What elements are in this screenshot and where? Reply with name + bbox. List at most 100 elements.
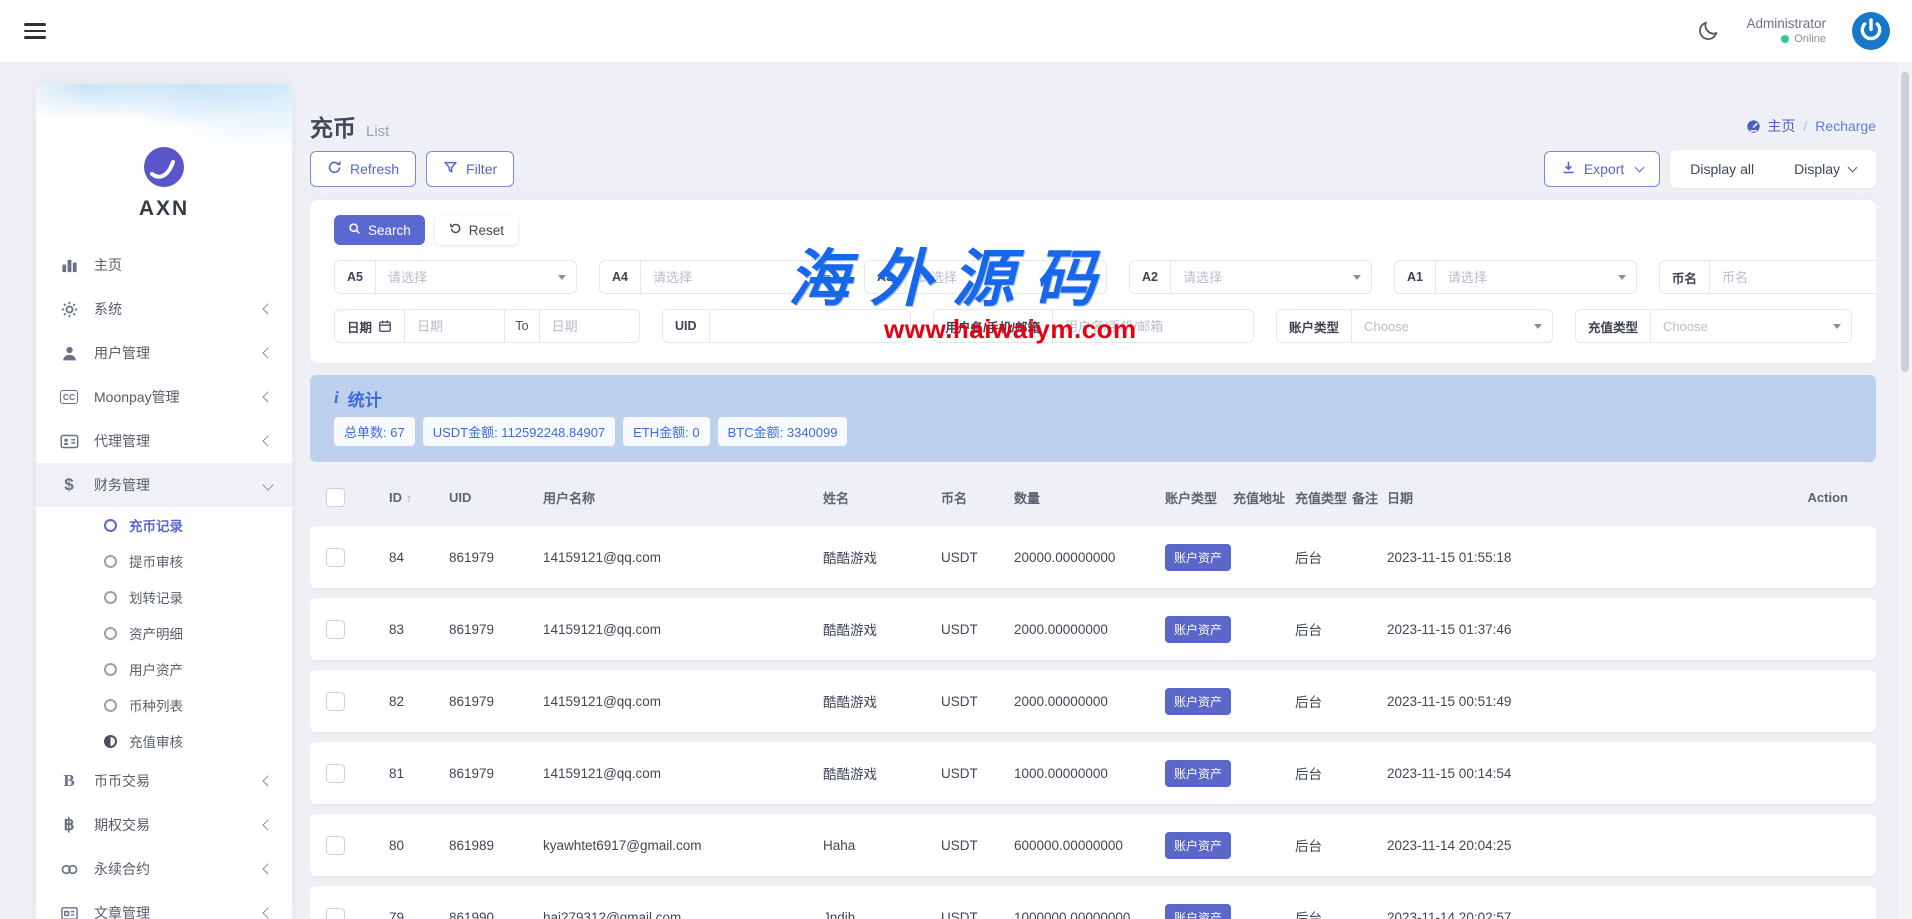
dashboard-gauge-icon — [1746, 119, 1761, 134]
sidebar-subitem-10[interactable]: 用户资产 — [36, 651, 292, 687]
cell-date: 2023-11-15 00:51:49 — [1387, 694, 1587, 709]
cell-coin: USDT — [941, 622, 1014, 637]
cell-id: 81 — [389, 766, 449, 781]
search-panel: Search Reset A5A4A3A2A1币名 日期 To UID用户名/手… — [310, 200, 1876, 363]
select-all-checkbox[interactable] — [326, 488, 345, 507]
info-icon: i — [334, 388, 339, 408]
sidebar-subitem-6[interactable]: 充币记录 — [36, 507, 292, 543]
sidebar-item-13[interactable]: B币币交易 — [36, 759, 292, 803]
row-checkbox[interactable] — [326, 620, 345, 639]
sidebar-item-0[interactable]: 主页 — [36, 243, 292, 287]
sidebar-subitem-7[interactable]: 提币审核 — [36, 543, 292, 579]
filter-funnel-icon — [443, 160, 458, 178]
table-row: 79861990hai279312@gmail.comJndjhUSDT1000… — [310, 886, 1876, 919]
column-header-id[interactable]: ID↑ — [389, 490, 449, 505]
cell-id: 79 — [389, 910, 449, 919]
cell-recharge_type: 后台 — [1295, 835, 1352, 855]
export-button[interactable]: Export — [1544, 151, 1660, 187]
brand-name: AXN — [36, 197, 292, 221]
cell-recharge_type: 后台 — [1295, 619, 1352, 639]
sidebar-subitem-8[interactable]: 划转记录 — [36, 579, 292, 615]
row-checkbox[interactable] — [326, 692, 345, 711]
sidebar-item-4[interactable]: 代理管理 — [36, 419, 292, 463]
search-button[interactable]: Search — [334, 215, 425, 245]
sidebar-item-2[interactable]: 用户管理 — [36, 331, 292, 375]
radio-circle-icon — [104, 699, 117, 712]
column-header-coin: 币名 — [941, 488, 1014, 507]
sidebar-item-3[interactable]: CCMoonpay管理 — [36, 375, 292, 419]
breadcrumb-current[interactable]: Recharge — [1815, 118, 1876, 134]
sidebar-item-5[interactable]: $财务管理 — [36, 463, 292, 507]
sidebar-item-1[interactable]: 系统 — [36, 287, 292, 331]
user-block[interactable]: Administrator Online — [1746, 16, 1826, 47]
account-type-badge: 账户资产 — [1165, 688, 1231, 715]
cell-amount: 2000.00000000 — [1014, 694, 1165, 709]
row-checkbox[interactable] — [326, 548, 345, 567]
chevron-left-icon — [262, 347, 273, 358]
select-账户类型[interactable] — [1351, 309, 1553, 343]
dark-mode-moon-icon[interactable] — [1696, 19, 1720, 43]
scrollbar-thumb[interactable] — [1901, 72, 1909, 372]
chevron-left-icon — [262, 391, 273, 402]
stat-badge-1: USDT金额: 112592248.84907 — [423, 417, 615, 446]
sort-asc-icon[interactable]: ↑ — [406, 491, 412, 505]
main-content: 充币List 主页 / Recharge Refresh — [310, 62, 1876, 919]
column-header-uid: UID — [449, 490, 543, 505]
sidebar-subitem-11[interactable]: 币种列表 — [36, 687, 292, 723]
input-币名[interactable] — [1709, 260, 1876, 294]
sidebar-subitem-9[interactable]: 资产明细 — [36, 615, 292, 651]
select-A3[interactable] — [905, 260, 1107, 294]
cell-username: 14159121@qq.com — [543, 550, 823, 565]
cell-id: 83 — [389, 622, 449, 637]
select-A2[interactable] — [1170, 260, 1372, 294]
display-button[interactable]: Display — [1774, 150, 1876, 188]
cell-date: 2023-11-14 20:04:25 — [1387, 838, 1587, 853]
page-subtitle: List — [366, 123, 389, 140]
sidebar-item-14[interactable]: ฿期权交易 — [36, 803, 292, 847]
date-to-input[interactable] — [540, 309, 640, 343]
select-A4[interactable] — [640, 260, 842, 294]
cell-uid: 861989 — [449, 838, 543, 853]
breadcrumb-home-link[interactable]: 主页 — [1746, 116, 1795, 136]
select-充值类型[interactable] — [1650, 309, 1852, 343]
date-from-input[interactable] — [404, 309, 504, 343]
cell-date: 2023-11-15 01:37:46 — [1387, 622, 1587, 637]
sidebar-subitem-12[interactable]: 充值审核 — [36, 723, 292, 759]
cell-date: 2023-11-15 01:55:18 — [1387, 550, 1587, 565]
cell-uid: 861990 — [449, 910, 543, 919]
row-checkbox[interactable] — [326, 908, 345, 919]
column-header-account_type: 账户类型 — [1165, 488, 1233, 507]
column-header-address: 充值地址 — [1233, 488, 1295, 507]
reset-button[interactable]: Reset — [435, 215, 518, 245]
cell-id: 82 — [389, 694, 449, 709]
sidebar-item-15[interactable]: 永续合约 — [36, 847, 292, 891]
filter-button[interactable]: Filter — [426, 151, 514, 187]
cell-name: 酷酷游戏 — [823, 619, 941, 639]
user-status: Online — [1794, 33, 1826, 47]
brand-logo-icon[interactable] — [143, 146, 185, 188]
cc-card-icon: CC — [58, 386, 80, 408]
cell-name: 酷酷游戏 — [823, 691, 941, 711]
sidebar: AXN 主页系统用户管理CCMoonpay管理代理管理$财务管理充币记录提币审核… — [36, 84, 292, 919]
filters-row-1: A5A4A3A2A1币名 — [334, 260, 1852, 294]
select-A5[interactable] — [375, 260, 577, 294]
display-button-group: Display all Display — [1670, 150, 1876, 188]
avatar[interactable] — [1852, 12, 1890, 50]
row-checkbox[interactable] — [326, 836, 345, 855]
cell-coin: USDT — [941, 910, 1014, 919]
row-checkbox[interactable] — [326, 764, 345, 783]
cell-username: kyawhtet6917@gmail.com — [543, 838, 823, 853]
vertical-scrollbar[interactable] — [1898, 62, 1912, 919]
sidebar-item-16[interactable]: 文章管理 — [36, 891, 292, 919]
input-用户名/手机/邮箱[interactable] — [1052, 309, 1254, 343]
display-all-button[interactable]: Display all — [1670, 150, 1774, 188]
input-UID[interactable] — [709, 309, 911, 343]
refresh-button[interactable]: Refresh — [310, 151, 416, 187]
select-A1[interactable] — [1435, 260, 1637, 294]
cell-date: 2023-11-15 00:14:54 — [1387, 766, 1587, 781]
filter-uid: UID — [662, 309, 911, 343]
cell-amount: 1000000.00000000 — [1014, 910, 1165, 919]
hamburger-menu-icon[interactable] — [24, 19, 46, 43]
stats-title: 统计 — [348, 386, 382, 411]
cell-uid: 861979 — [449, 766, 543, 781]
